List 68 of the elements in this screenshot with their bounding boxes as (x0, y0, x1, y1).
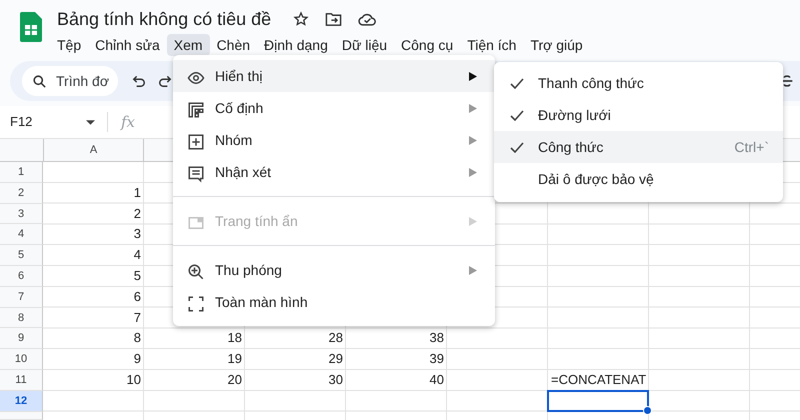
document-title[interactable]: Bảng tính không có tiêu đề (57, 8, 272, 30)
table-cell-text: 29 (328, 350, 344, 368)
menu-bar-item[interactable]: Công cụ (394, 34, 460, 56)
menu-bar-item[interactable]: Tiện ích (460, 34, 524, 56)
menu-search-field[interactable]: Trình đơ (22, 66, 118, 96)
menu-bar-item[interactable]: Tệp (50, 34, 88, 56)
table-cell-text: 18 (226, 329, 243, 348)
strikethrough-icon[interactable] (780, 73, 794, 89)
row-header[interactable]: 2 (0, 182, 43, 204)
menu-item[interactable]: Dải ô được bảo vệ (494, 163, 783, 195)
star-icon[interactable] (293, 11, 310, 27)
menu-item[interactable]: Hiển thị (173, 60, 495, 92)
table-cell-text: 5 (132, 266, 142, 285)
menu-item[interactable]: Thanh công thức (494, 67, 783, 99)
menu-item[interactable]: Đường lưới (494, 99, 783, 131)
table-cell-text: 7 (132, 308, 142, 327)
folder-icon[interactable] (325, 12, 342, 26)
menu-item[interactable]: Nhóm (173, 124, 495, 156)
fill-handle[interactable] (643, 406, 652, 415)
table-cell-text: 6 (132, 288, 142, 306)
row-header[interactable]: 10 (0, 349, 43, 370)
menu-bar-item[interactable]: Trợ giúp (523, 34, 590, 56)
menu-item[interactable]: Cố định (173, 92, 495, 124)
sheets-logo-icon[interactable] (20, 12, 42, 42)
menu-bar-item[interactable]: Chỉnh sửa (88, 34, 167, 56)
redo-icon[interactable] (158, 75, 172, 87)
table-cell-text: =CONCATENAT (550, 370, 648, 389)
table-cell-text: 39 (428, 350, 445, 368)
table-cell-text: 30 (328, 370, 344, 389)
table-cell-text: 9 (132, 350, 142, 368)
row-header[interactable]: 7 (0, 286, 43, 308)
menu-item[interactable]: Toàn màn hình (173, 286, 495, 318)
search-icon (32, 74, 47, 89)
row-header[interactable]: 4 (0, 224, 43, 246)
cloud-icon[interactable] (358, 12, 378, 26)
row-header[interactable]: 6 (0, 266, 43, 287)
caret-icon[interactable] (86, 120, 95, 124)
table-cell-text: 1 (132, 184, 142, 202)
menu-item[interactable]: Thu phóng (173, 254, 495, 286)
row-header[interactable]: 5 (0, 245, 43, 266)
shortcut-text: Ctrl+` (734, 138, 769, 156)
table-cell-text: 3 (132, 225, 142, 244)
selected-cell[interactable] (547, 390, 649, 412)
menu-bar-item[interactable]: Định dạng (257, 34, 335, 56)
column-header[interactable]: A (43, 139, 144, 161)
row-header[interactable]: 12 (0, 390, 43, 412)
menu-bar-item[interactable]: Dữ liệu (334, 34, 394, 56)
table-cell-text: 2 (132, 204, 142, 223)
row-header[interactable]: 9 (0, 328, 43, 350)
table-cell-text: 20 (226, 370, 243, 389)
table-cell-text: 8 (132, 329, 142, 348)
row-header[interactable]: 3 (0, 204, 43, 224)
table-cell-text: 4 (132, 246, 142, 264)
table-cell-text: 10 (126, 370, 142, 389)
row-header[interactable]: 8 (0, 308, 43, 328)
table-cell-text: 38 (428, 329, 445, 348)
table-cell-text: 19 (226, 350, 243, 368)
formula-icon: fx (121, 110, 136, 134)
menu-bar-item[interactable]: Xem (166, 34, 210, 56)
row-header[interactable]: 1 (0, 162, 43, 183)
menu-item[interactable]: Công thức Ctrl+` (494, 131, 783, 163)
table-cell-text: 28 (328, 329, 344, 348)
menu-item[interactable]: Nhận xét (173, 156, 495, 188)
menu-bar-item[interactable]: Chèn (210, 34, 258, 56)
table-cell-text: 40 (428, 370, 445, 389)
name-box[interactable]: F12 (10, 112, 70, 132)
row-header[interactable]: 11 (0, 370, 43, 391)
undo-icon[interactable] (132, 75, 146, 87)
